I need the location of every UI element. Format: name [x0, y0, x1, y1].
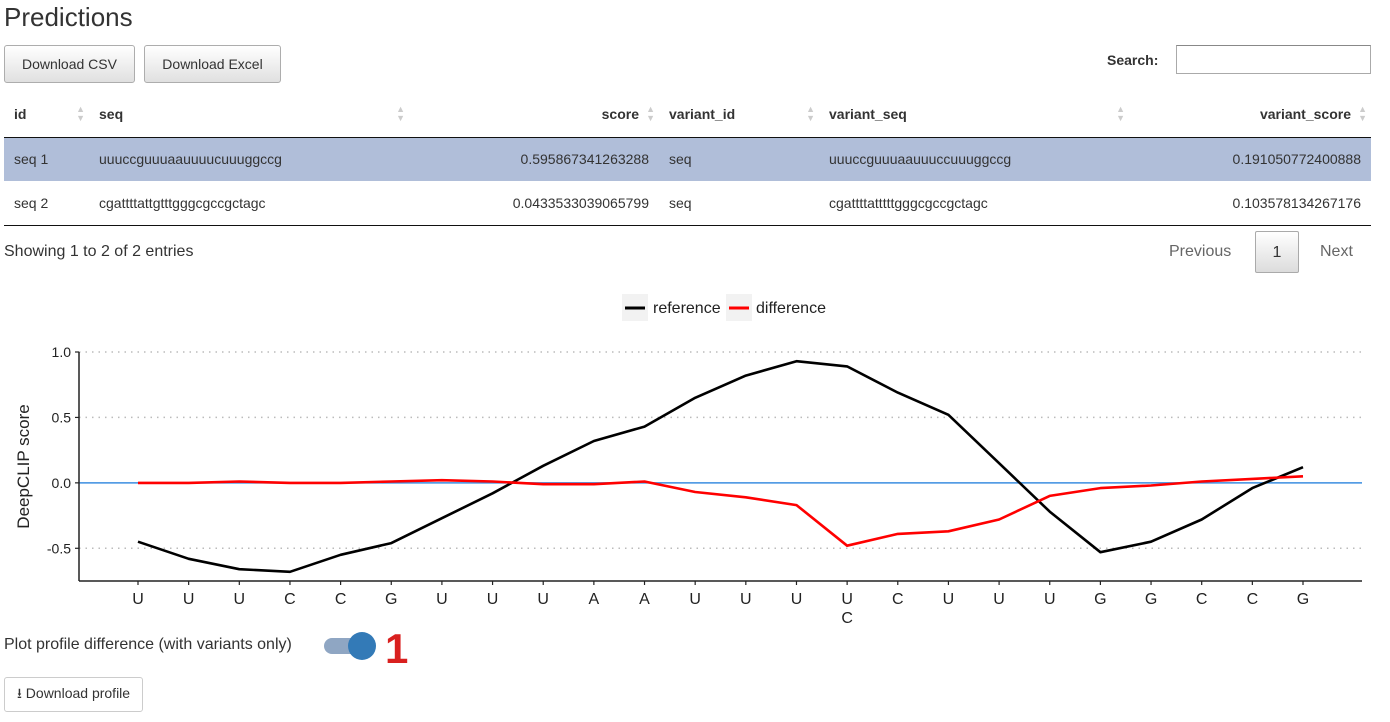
x-tick-label: U	[537, 591, 549, 608]
y-tick-label: 1.0	[52, 344, 72, 360]
y-axis-label: DeepCLIP score	[14, 404, 33, 528]
sort-icon: ▲ ▼	[806, 104, 815, 123]
sort-icon: ▲ ▼	[76, 104, 85, 123]
x-tick-label: U	[740, 591, 752, 608]
cell-seq: cgattttattgtttgggcgccgctagc	[89, 181, 409, 226]
table-row[interactable]: seq 2 cgattttattgtttgggcgccgctagc 0.0433…	[4, 181, 1371, 226]
x-tick-label: G	[1145, 591, 1157, 608]
sort-icon: ▲ ▼	[1358, 104, 1367, 123]
download-excel-button[interactable]: Download Excel	[144, 45, 281, 83]
x-tick-label: C	[284, 591, 296, 608]
x-tick-label: U	[487, 591, 499, 608]
download-profile-button[interactable]: ⭳ Download profile	[4, 677, 144, 712]
annotation-marker: 1	[385, 625, 409, 672]
predictions-table: id ▲ ▼ seq ▲ ▼ score ▲ ▼ variant_id ▲ ▼ variant_…	[4, 92, 1371, 226]
search-input[interactable]	[1176, 45, 1371, 74]
column-header-variant-seq[interactable]: variant_seq ▲ ▼	[819, 92, 1129, 138]
y-tick-label: 0.5	[52, 409, 72, 425]
cell-score: 0.0433533039065799	[409, 181, 659, 226]
column-header-variant-id[interactable]: variant_id ▲ ▼	[659, 92, 819, 138]
download-icon: ⭳	[17, 684, 22, 701]
x-tick-label: A	[589, 591, 600, 608]
x-tick-label: U	[689, 591, 701, 608]
sort-icon: ▲ ▼	[1116, 104, 1125, 123]
cell-variant-score: 0.191050772400888	[1129, 137, 1371, 182]
search-label: Search:	[1107, 52, 1159, 68]
variant-tick-label: C	[841, 610, 853, 627]
x-tick-label: C	[335, 591, 347, 608]
table-header-row: id ▲ ▼ seq ▲ ▼ score ▲ ▼ variant_id ▲ ▼ variant_…	[4, 92, 1371, 138]
deepclip-profile-chart: -0.50.00.51.0DeepCLIP scoreU U U C C G U U U A A U U…	[14, 294, 1362, 627]
download-csv-button[interactable]: Download CSV	[4, 45, 135, 83]
x-tick-label: U	[132, 591, 144, 608]
column-header-score[interactable]: score ▲ ▼	[409, 92, 659, 138]
cell-seq: uuuccguuuaauuuucuuuggccg	[89, 137, 409, 182]
x-tick-label: C	[1247, 591, 1259, 608]
page-1-button[interactable]: 1	[1255, 231, 1299, 273]
y-tick-label: -0.5	[47, 540, 71, 556]
x-tick-label: U	[841, 591, 853, 608]
series-line-reference	[137, 359, 1304, 574]
x-tick-label: A	[639, 591, 650, 608]
next-button[interactable]: Next	[1320, 231, 1353, 273]
cell-variant-seq: cgattttatttttgggcgccgctagc	[819, 181, 1129, 226]
page-title: Predictions	[4, 2, 133, 32]
column-header-id[interactable]: id ▲ ▼	[4, 92, 89, 138]
cell-variant-id: seq	[659, 181, 819, 226]
sort-icon: ▲ ▼	[396, 104, 405, 123]
cell-variant-seq: uuuccguuuaauuuccuuuggccg	[819, 137, 1129, 182]
x-tick-label: U	[993, 591, 1005, 608]
legend-label-difference: difference	[756, 300, 826, 317]
table-row[interactable]: seq 1 uuuccguuuaauuuucuuuggccg 0.5958673…	[4, 137, 1371, 182]
cell-variant-id: seq	[659, 137, 819, 182]
series-line-difference	[138, 475, 1304, 548]
toggle-label: Plot profile difference (with variants o…	[4, 636, 292, 653]
sort-icon: ▲ ▼	[646, 104, 655, 123]
plot-difference-toggle[interactable]	[322, 632, 378, 660]
previous-button[interactable]: Previous	[1169, 231, 1231, 273]
x-tick-label: U	[791, 591, 803, 608]
column-header-seq[interactable]: seq ▲ ▼	[89, 92, 409, 138]
x-tick-label: C	[1196, 591, 1208, 608]
x-tick-label: G	[1094, 591, 1106, 608]
x-tick-label: C	[892, 591, 904, 608]
x-tick-label: U	[234, 591, 246, 608]
x-tick-label: U	[436, 591, 448, 608]
column-header-variant-score[interactable]: variant_score ▲ ▼	[1129, 92, 1371, 138]
x-tick-label: U	[943, 591, 955, 608]
y-tick-label: 0.0	[52, 475, 72, 491]
x-tick-label: U	[1044, 591, 1056, 608]
cell-id: seq 1	[4, 137, 89, 182]
cell-score: 0.595867341263288	[409, 137, 659, 182]
cell-variant-score: 0.103578134267176	[1129, 181, 1371, 226]
x-tick-label: G	[385, 591, 397, 608]
x-tick-label: U	[183, 591, 195, 608]
toggle-knob[interactable]	[348, 632, 376, 660]
legend-label-reference: reference	[653, 300, 721, 317]
cell-id: seq 2	[4, 181, 89, 226]
table-info: Showing 1 to 2 of 2 entries	[4, 243, 194, 260]
download-profile-label: Download profile	[25, 684, 131, 701]
x-tick-label: G	[1297, 591, 1309, 608]
